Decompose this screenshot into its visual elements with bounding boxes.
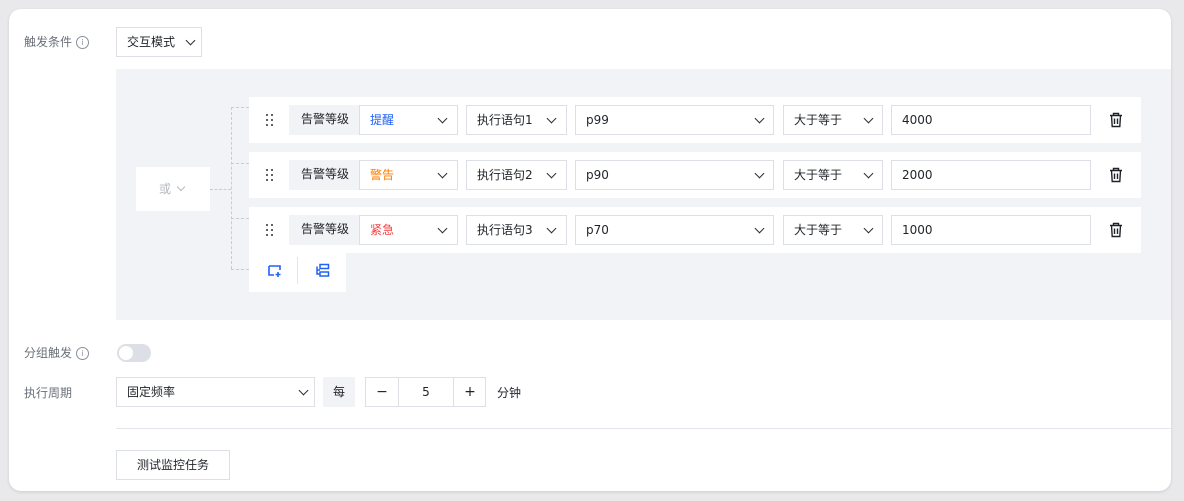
metric-value: p70 (586, 223, 609, 237)
chevron-down-icon (437, 113, 448, 124)
alert-level-select[interactable]: 警告 (359, 160, 458, 190)
chevron-down-icon (863, 168, 874, 179)
metric-select[interactable]: p99 (575, 105, 774, 135)
alert-level-select[interactable]: 提醒 (359, 105, 458, 135)
divider (297, 257, 298, 284)
increment-button[interactable]: + (453, 378, 486, 406)
chevron-down-icon (176, 182, 186, 192)
operator-value: 大于等于 (794, 223, 843, 237)
threshold-value: 1000 (902, 223, 933, 237)
statement-value: 执行语句3 (477, 223, 533, 237)
interval-unit: 分钟 (497, 386, 522, 400)
chevron-down-icon (754, 168, 765, 179)
every-label: 每 (323, 377, 355, 407)
chevron-down-icon (437, 223, 448, 234)
trigger-mode-value: 交互模式 (127, 35, 176, 49)
tree-connector (231, 218, 249, 219)
chevron-down-icon (185, 35, 196, 46)
alert-level-value: 紧急 (370, 223, 395, 237)
operator-select[interactable]: 大于等于 (783, 215, 883, 245)
chevron-down-icon (546, 223, 557, 234)
logic-operator-value: 或 (159, 182, 172, 196)
metric-select[interactable]: p70 (575, 215, 774, 245)
alert-level-value: 提醒 (370, 113, 395, 127)
drag-handle-icon[interactable] (266, 114, 274, 126)
chevron-down-icon (546, 168, 557, 179)
delete-icon[interactable] (1109, 112, 1123, 128)
period-label: 执行周期 (24, 386, 73, 400)
alert-level-tag: 告警等级 (289, 105, 359, 135)
period-type-select[interactable]: 固定频率 (116, 377, 315, 407)
alert-level-tag: 告警等级 (289, 160, 359, 190)
chevron-down-icon (437, 168, 448, 179)
section-divider (116, 428, 1171, 429)
tree-connector (231, 269, 249, 270)
threshold-input[interactable]: 4000 (891, 105, 1091, 135)
info-icon[interactable]: i (76, 347, 90, 360)
toggle-knob (119, 346, 133, 360)
trigger-condition-label: 触发条件 i (24, 34, 90, 50)
group-trigger-label-text: 分组触发 (24, 346, 73, 360)
trigger-mode-select[interactable]: 交互模式 (116, 27, 202, 57)
trigger-condition-label-text: 触发条件 (24, 35, 73, 49)
operator-value: 大于等于 (794, 168, 843, 182)
threshold-input[interactable]: 2000 (891, 160, 1091, 190)
threshold-value: 4000 (902, 113, 933, 127)
statement-select[interactable]: 执行语句1 (466, 105, 567, 135)
chevron-down-icon (863, 223, 874, 234)
tree-connector (231, 163, 249, 164)
drag-handle-icon[interactable] (266, 224, 274, 236)
threshold-value: 2000 (902, 168, 933, 182)
drag-handle-icon[interactable] (266, 169, 274, 181)
test-monitor-task-button[interactable]: 测试监控任务 (116, 450, 230, 480)
operator-select[interactable]: 大于等于 (783, 105, 883, 135)
operator-value: 大于等于 (794, 113, 843, 127)
chevron-down-icon (546, 113, 557, 124)
add-group-icon[interactable] (315, 263, 330, 278)
statement-value: 执行语句2 (477, 168, 533, 182)
chevron-down-icon (754, 113, 765, 124)
tree-connector (231, 107, 232, 269)
operator-select[interactable]: 大于等于 (783, 160, 883, 190)
statement-select[interactable]: 执行语句3 (466, 215, 567, 245)
period-type-value: 固定频率 (127, 385, 176, 399)
info-icon[interactable]: i (76, 36, 90, 49)
delete-icon[interactable] (1109, 222, 1123, 238)
statement-select[interactable]: 执行语句2 (466, 160, 567, 190)
delete-icon[interactable] (1109, 167, 1123, 183)
interval-value[interactable]: 5 (399, 378, 453, 406)
logic-operator-select[interactable]: 或 (136, 167, 210, 211)
alert-level-value: 警告 (370, 168, 395, 182)
add-actions-bar (249, 249, 346, 292)
group-trigger-label: 分组触发 i (24, 345, 90, 361)
metric-value: p90 (586, 168, 609, 182)
alert-level-select[interactable]: 紧急 (359, 215, 458, 245)
group-trigger-toggle[interactable] (117, 344, 151, 362)
add-condition-icon[interactable] (268, 264, 282, 278)
metric-value: p99 (586, 113, 609, 127)
tree-connector (231, 107, 249, 108)
chevron-down-icon (298, 385, 309, 396)
alert-config-card: 触发条件 i 交互模式 或 分组触发 i 执行周期 固定频率 每 − 5 + 分… (9, 9, 1171, 491)
alert-level-tag: 告警等级 (289, 215, 359, 245)
interval-stepper[interactable]: − 5 + (365, 377, 486, 407)
chevron-down-icon (754, 223, 765, 234)
statement-value: 执行语句1 (477, 113, 533, 127)
decrement-button[interactable]: − (366, 378, 399, 406)
metric-select[interactable]: p90 (575, 160, 774, 190)
threshold-input[interactable]: 1000 (891, 215, 1091, 245)
chevron-down-icon (863, 113, 874, 124)
tree-connector (210, 189, 231, 190)
